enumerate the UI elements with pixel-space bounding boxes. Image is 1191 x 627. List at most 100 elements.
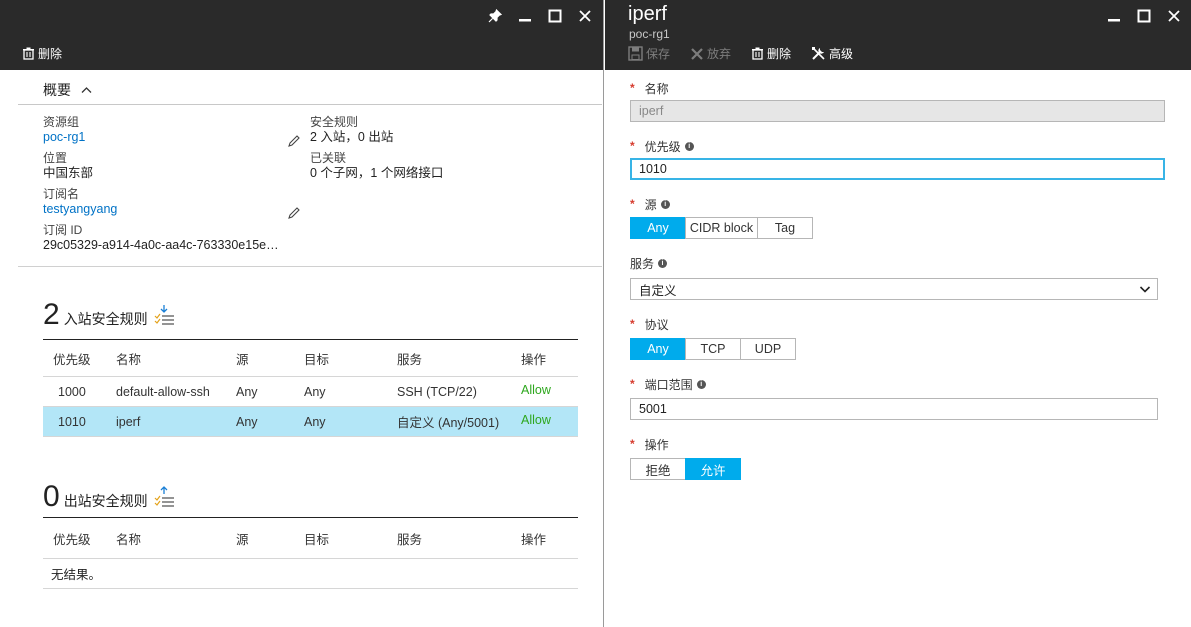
source-option-tag[interactable]: Tag xyxy=(757,217,813,239)
save-button[interactable]: 保存 xyxy=(628,45,670,62)
col-source[interactable]: 源 xyxy=(236,349,249,368)
edit-subscription-icon[interactable] xyxy=(286,205,302,221)
row-priority: 1010 xyxy=(58,414,86,429)
col-destination[interactable]: 目标 xyxy=(304,529,329,548)
advanced-label: 高级 xyxy=(829,47,854,61)
table-row-selected[interactable]: 1010 iperf Any Any 自定义 (Any/5001) Allow xyxy=(43,407,578,437)
action-field: * 操作 xyxy=(630,437,669,452)
edit-resource-group-icon[interactable] xyxy=(286,133,302,149)
protocol-option-any[interactable]: Any xyxy=(630,338,686,360)
info-icon[interactable]: i xyxy=(658,258,668,268)
discard-icon xyxy=(691,47,703,60)
port-range-label: 端口范围 xyxy=(644,377,693,392)
delete-button[interactable]: 删除 xyxy=(751,45,791,62)
row-action: Allow xyxy=(521,383,551,397)
discard-button[interactable]: 放弃 xyxy=(690,45,731,62)
chevron-down-icon xyxy=(1139,286,1151,293)
blade-header: 删除 xyxy=(0,0,603,70)
inbound-rules-heading[interactable]: 2 入站安全规则 xyxy=(43,300,176,330)
port-range-input[interactable]: 5001 xyxy=(630,398,1158,420)
delete-label: 删除 xyxy=(767,47,792,61)
source-label: 源 xyxy=(644,197,657,212)
close-icon[interactable] xyxy=(570,5,600,27)
service-field: 服务 i xyxy=(630,255,668,271)
protocol-label: 协议 xyxy=(644,317,669,332)
essentials-label: 概要 xyxy=(43,82,71,98)
resource-group-link[interactable]: poc-rg1 xyxy=(43,129,303,145)
source-option-cidr[interactable]: CIDR block xyxy=(685,217,758,239)
essentials-divider-bottom xyxy=(18,266,602,267)
service-dropdown[interactable]: 自定义 xyxy=(630,278,1158,300)
window-controls xyxy=(1099,5,1189,27)
blade-title: iperf xyxy=(628,3,667,25)
service-value: 自定义 xyxy=(639,283,677,298)
service-label: 服务 xyxy=(630,256,655,271)
name-label: 名称 xyxy=(644,81,669,96)
associated: 已关联 0 个子网，1 个网络接口 xyxy=(310,151,570,187)
info-icon[interactable]: i xyxy=(696,379,706,389)
row-destination: Any xyxy=(304,384,326,399)
inbound-rules-table: 优先级 名称 源 目标 服务 操作 1000 default-allow-ssh… xyxy=(43,339,578,437)
save-icon xyxy=(628,46,643,61)
associated-label: 已关联 xyxy=(310,151,347,165)
row-name: iperf xyxy=(116,414,141,429)
protocol-field: * 协议 xyxy=(630,317,669,332)
command-bar: 删除 xyxy=(22,45,62,62)
security-rules: 安全规则 2 入站，0 出站 xyxy=(310,115,570,151)
minimize-icon[interactable] xyxy=(510,5,540,27)
location: 位置 中国东部 xyxy=(43,151,303,187)
maximize-icon[interactable] xyxy=(540,5,570,27)
action-option-allow[interactable]: 允许 xyxy=(685,458,741,480)
source-option-any[interactable]: Any xyxy=(630,217,686,239)
priority-input[interactable]: 1010 xyxy=(630,158,1165,180)
info-icon[interactable]: i xyxy=(684,141,694,151)
outbound-rules-icon xyxy=(154,486,174,507)
close-icon[interactable] xyxy=(1159,5,1189,27)
table-row[interactable]: 1000 default-allow-ssh Any Any SSH (TCP/… xyxy=(43,377,578,407)
subscription-label: 订阅名 xyxy=(43,187,80,201)
col-priority[interactable]: 优先级 xyxy=(53,529,91,548)
action-option-deny[interactable]: 拒绝 xyxy=(630,458,686,480)
maximize-icon[interactable] xyxy=(1129,5,1159,27)
source-field: * 源 i xyxy=(630,196,670,212)
name-field: * 名称 xyxy=(630,81,669,96)
col-name[interactable]: 名称 xyxy=(116,349,141,368)
command-bar: 保存 放弃 删除 高级 xyxy=(628,45,853,62)
advanced-button[interactable]: 高级 xyxy=(811,45,853,62)
inbound-rules-icon xyxy=(154,305,174,325)
nsg-blade: 删除 概要 资源组 poc-rg1 位置 中国东部 订阅名 testyangya… xyxy=(0,0,604,627)
col-service[interactable]: 服务 xyxy=(397,349,422,368)
row-service: SSH (TCP/22) xyxy=(397,384,477,399)
location-value: 中国东部 xyxy=(43,166,94,180)
row-priority: 1000 xyxy=(58,384,86,399)
row-service: 自定义 (Any/5001) xyxy=(397,416,500,430)
essentials-toggle[interactable]: 概要 xyxy=(43,80,92,100)
security-rules-value: 2 入站，0 出站 xyxy=(310,130,394,144)
port-range-field: * 端口范围 i xyxy=(630,376,706,392)
col-service[interactable]: 服务 xyxy=(397,529,422,548)
tools-icon xyxy=(812,47,825,60)
info-icon[interactable]: i xyxy=(660,199,670,209)
minimize-icon[interactable] xyxy=(1099,5,1129,27)
col-source[interactable]: 源 xyxy=(236,529,249,548)
subscription-id-value: 29c05329-a914-4a0c-aa4c-763330e15e… xyxy=(43,238,279,252)
table-header-row: 优先级 名称 源 目标 服务 操作 xyxy=(43,518,578,559)
col-priority[interactable]: 优先级 xyxy=(53,349,91,368)
col-action[interactable]: 操作 xyxy=(521,349,546,368)
col-action[interactable]: 操作 xyxy=(521,529,546,548)
outbound-rules-heading[interactable]: 0 出站安全规则 xyxy=(43,482,176,512)
subscription-link[interactable]: testyangyang xyxy=(43,201,303,217)
col-name[interactable]: 名称 xyxy=(116,529,141,548)
associated-value: 0 个子网，1 个网络接口 xyxy=(310,166,444,180)
pin-icon[interactable] xyxy=(480,5,510,27)
blade-subtitle: poc-rg1 xyxy=(629,27,670,41)
essentials-divider-top xyxy=(18,104,602,105)
essentials-right-column: 安全规则 2 入站，0 出站 已关联 0 个子网，1 个网络接口 xyxy=(310,115,570,187)
protocol-option-tcp[interactable]: TCP xyxy=(685,338,741,360)
delete-button[interactable]: 删除 xyxy=(22,45,62,62)
chevron-up-icon xyxy=(81,87,92,93)
outbound-count: 0 xyxy=(43,480,60,513)
col-destination[interactable]: 目标 xyxy=(304,349,329,368)
protocol-option-udp[interactable]: UDP xyxy=(740,338,796,360)
blade-header: iperf poc-rg1 保存 放弃 删除 高级 xyxy=(605,0,1191,70)
